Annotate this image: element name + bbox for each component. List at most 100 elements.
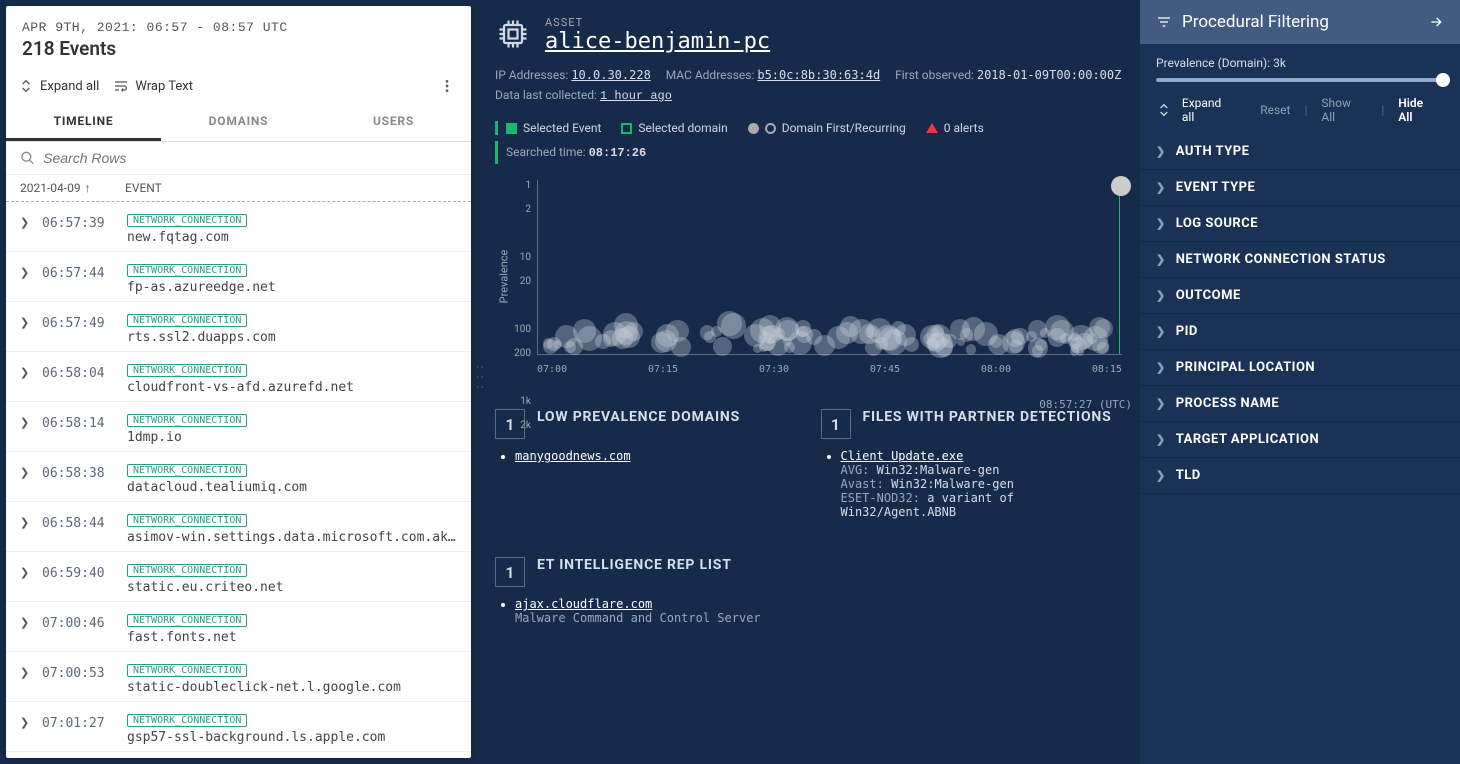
slider-thumb[interactable] [1436,73,1450,87]
first-observed: 2018-01-09T00:00:00Z [977,68,1122,82]
chevron-right-icon: ❯ [20,606,32,629]
chevron-right-icon: ❯ [20,706,32,729]
expand-all-button[interactable]: Expand all [18,78,99,94]
prevalence-chart[interactable]: Prevalence 1210201002001k2k 08:57:27 (UT… [495,180,1122,375]
et-count: 1 [495,557,525,587]
data-point[interactable] [1009,340,1022,353]
data-point[interactable] [759,326,777,344]
table-row[interactable]: ❯07:00:53NETWORK_CONNECTIONstatic-double… [6,652,471,702]
mac-address[interactable]: b5:0c:8b:30:63:4d [757,68,880,82]
event-type-tag: NETWORK_CONNECTION [127,614,247,627]
searched-time: 08:17:26 [589,146,647,160]
table-row[interactable]: ❯06:58:44NETWORK_CONNECTIONasimov-win.se… [6,502,471,552]
tab-timeline[interactable]: TIMELINE [6,104,161,141]
data-point[interactable] [904,337,919,352]
event-type-tag: NETWORK_CONNECTION [127,514,247,527]
data-point[interactable] [700,325,715,340]
chevron-right-icon: ❯ [1156,397,1166,410]
chart-timestamp: 08:57:27 (UTC) [1039,398,1132,411]
table-row[interactable]: ❯06:58:38NETWORK_CONNECTIONdatacloud.tea… [6,452,471,502]
data-point[interactable] [564,341,576,353]
filter-section[interactable]: ❯LOG SOURCE [1140,206,1460,242]
prevalence-slider[interactable] [1156,78,1444,82]
event-rows[interactable]: ❯06:57:39NETWORK_CONNECTIONnew.fqtag.com… [6,202,471,758]
highlight-point[interactable] [1111,176,1131,196]
filter-section[interactable]: ❯PRINCIPAL LOCATION [1140,350,1460,386]
table-row[interactable]: ❯06:58:04NETWORK_CONNECTIONcloudfront-vs… [6,352,471,402]
event-type-tag: NETWORK_CONNECTION [127,264,247,277]
data-point[interactable] [926,324,951,349]
et-item[interactable]: ajax.cloudflare.com [515,597,652,611]
table-row[interactable]: ❯06:58:14NETWORK_CONNECTION1dmp.io [6,402,471,452]
chevron-right-icon: ❯ [1156,181,1166,194]
data-point[interactable] [595,334,610,349]
data-point[interactable] [795,320,811,336]
filter-section[interactable]: ❯NETWORK CONNECTION STATUS [1140,242,1460,278]
table-row[interactable]: ❯06:57:39NETWORK_CONNECTIONnew.fqtag.com [6,202,471,252]
data-point[interactable] [573,319,596,342]
data-point[interactable] [612,328,633,349]
data-point[interactable] [1068,334,1083,349]
col-header-event[interactable]: EVENT [125,181,457,195]
table-row[interactable]: ❯07:01:27NETWORK_CONNECTIONgsp57-ssl-bac… [6,702,471,752]
tab-users[interactable]: USERS [316,104,471,141]
chevron-right-icon: ❯ [20,506,32,529]
table-row[interactable]: ❯06:59:40NETWORK_CONNECTIONstatic.eu.cri… [6,552,471,602]
data-point[interactable] [553,340,562,349]
chevron-right-icon: ❯ [1156,253,1166,266]
file-name[interactable]: Client Update.exe [841,449,964,463]
chevron-right-icon: ❯ [1156,145,1166,158]
more-menu-button[interactable] [435,74,459,98]
asset-name[interactable]: alice-benjamin-pc [545,29,770,54]
filter-section[interactable]: ❯TARGET APPLICATION [1140,422,1460,458]
prevalence-label: Prevalence (Domain): 3k [1156,56,1444,70]
ip-address[interactable]: 10.0.30.228 [571,68,650,82]
filter-section[interactable]: ❯EVENT TYPE [1140,170,1460,206]
event-type-tag: NETWORK_CONNECTION [127,314,247,327]
event-type-tag: NETWORK_CONNECTION [127,214,247,227]
data-point[interactable] [966,344,976,354]
filter-section[interactable]: ❯OUTCOME [1140,278,1460,314]
expand-icon [18,78,34,94]
show-all-button[interactable]: Show All [1317,96,1371,124]
chevron-right-icon: ❯ [20,406,32,429]
event-type-tag: NETWORK_CONNECTION [127,664,247,677]
reset-button[interactable]: Reset [1256,103,1294,117]
wrap-text-button[interactable]: Wrap Text [113,78,193,94]
table-row[interactable]: ❯06:57:44NETWORK_CONNECTIONfp-as.azureed… [6,252,471,302]
chevron-right-icon: ❯ [20,756,32,758]
table-row[interactable]: ❯06:57:49NETWORK_CONNECTIONrts.ssl2.duap… [6,302,471,352]
event-type-tag: NETWORK_CONNECTION [127,364,247,377]
filter-section[interactable]: ❯TLD [1140,458,1460,494]
main-panel: ⋮⋮⋮ ASSET alice-benjamin-pc IP Addresses… [477,0,1140,764]
expand-all-filters[interactable]: Expand all [1182,96,1236,124]
data-point[interactable] [721,313,747,339]
hide-all-button[interactable]: Hide All [1394,96,1444,124]
tab-domains[interactable]: DOMAINS [161,104,316,141]
expand-icon [1156,102,1172,118]
row-time: 06:58:44 [42,506,117,531]
data-point[interactable] [713,337,732,356]
arrow-right-icon[interactable] [1428,14,1444,30]
chevron-right-icon: ❯ [20,206,32,229]
chevron-right-icon: ❯ [1156,217,1166,230]
low-prev-item[interactable]: manygoodnews.com [515,449,631,463]
table-row[interactable]: ❯07:02:43NETWORK_CONNECTIONstatic1.squar… [6,752,471,758]
col-header-date[interactable]: 2021-04-09 ↑ [20,181,125,195]
chevron-right-icon: ❯ [20,306,32,329]
data-point[interactable] [1083,326,1108,351]
search-input[interactable] [43,150,457,166]
data-point[interactable] [827,326,850,349]
filter-section[interactable]: ❯PROCESS NAME [1140,386,1460,422]
data-point[interactable] [1028,320,1047,339]
data-point[interactable] [962,317,985,340]
row-domain: new.fqtag.com [127,230,457,245]
last-collected[interactable]: 1 hour ago [600,89,672,103]
legend-alert-icon [926,123,938,133]
resize-handle-icon[interactable]: ⋮⋮⋮ [477,360,485,390]
filter-section[interactable]: ❯PID [1140,314,1460,350]
table-row[interactable]: ❯07:00:46NETWORK_CONNECTIONfast.fonts.ne… [6,602,471,652]
filter-section[interactable]: ❯AUTH TYPE [1140,134,1460,170]
data-point[interactable] [867,318,892,343]
data-point[interactable] [1028,338,1048,358]
